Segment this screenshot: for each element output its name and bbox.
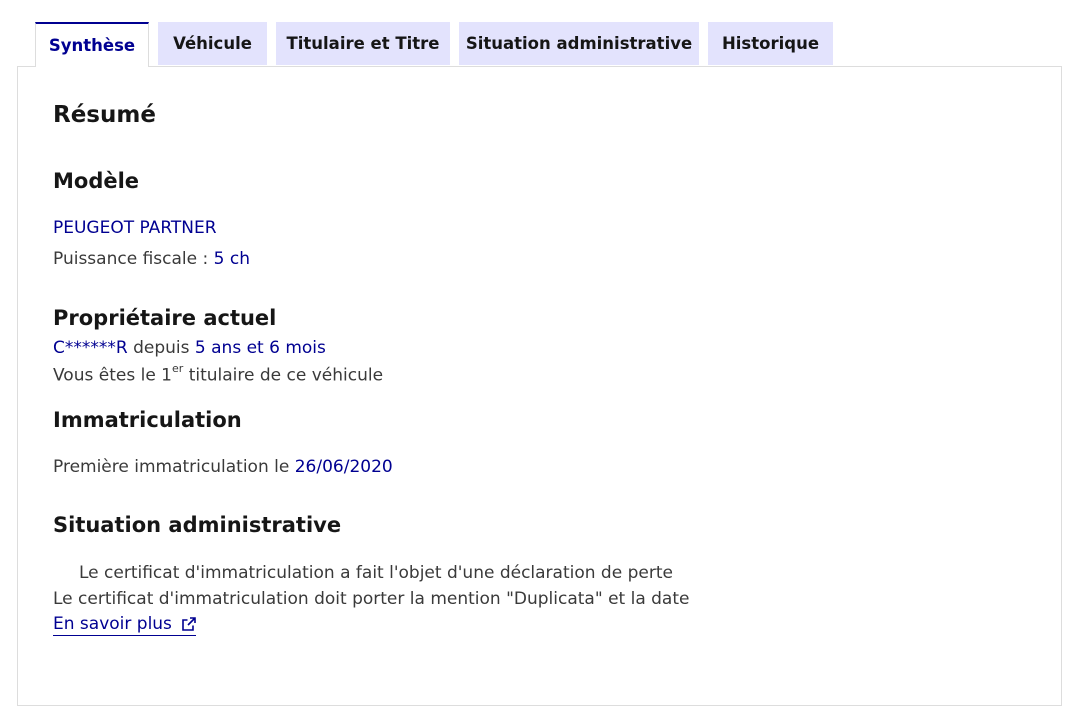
owner-since-label: depuis bbox=[133, 338, 190, 358]
tab-vehicule[interactable]: Véhicule bbox=[158, 22, 267, 65]
first-registration-label: Première immatriculation le bbox=[53, 457, 290, 477]
fiscal-power-value: 5 ch bbox=[213, 249, 250, 269]
holder-rank: Vous êtes le 1er titulaire de ce véhicul… bbox=[53, 362, 384, 386]
learn-more-wrapper: En savoir plus bbox=[53, 614, 196, 636]
summary-panel bbox=[17, 66, 1062, 706]
learn-more-link[interactable]: En savoir plus bbox=[53, 614, 196, 636]
holder-rank-prefix: Vous êtes le 1 bbox=[53, 365, 172, 386]
fiscal-power-label: Puissance fiscale : bbox=[53, 249, 209, 269]
holder-rank-sup: er bbox=[172, 362, 184, 375]
tab-historique[interactable]: Historique bbox=[708, 22, 833, 65]
tab-bar: Synthèse Véhicule Titulaire et Titre Sit… bbox=[35, 22, 833, 67]
learn-more-label: En savoir plus bbox=[53, 614, 172, 634]
tab-synthese[interactable]: Synthèse bbox=[35, 22, 149, 67]
owner-name: C******R bbox=[53, 338, 128, 358]
model-name: PEUGEOT PARTNER bbox=[53, 218, 217, 238]
admin-loss-notice: Le certificat d'immatriculation a fait l… bbox=[79, 563, 673, 583]
holder-rank-suffix: titulaire de ce véhicule bbox=[188, 365, 384, 386]
tab-titulaire-et-titre[interactable]: Titulaire et Titre bbox=[276, 22, 450, 65]
page-title: Résumé bbox=[53, 102, 156, 128]
admin-duplicata-notice: Le certificat d'immatriculation doit por… bbox=[53, 589, 690, 609]
registration-heading: Immatriculation bbox=[53, 408, 242, 432]
first-registration: Première immatriculation le 26/06/2020 bbox=[53, 457, 393, 477]
admin-heading: Situation administrative bbox=[53, 513, 342, 537]
owner-heading: Propriétaire actuel bbox=[53, 306, 277, 330]
model-heading: Modèle bbox=[53, 169, 140, 193]
tab-situation-administrative[interactable]: Situation administrative bbox=[459, 22, 699, 65]
owner-line: C******R depuis 5 ans et 6 mois bbox=[53, 338, 326, 358]
owner-duration: 5 ans et 6 mois bbox=[194, 338, 326, 358]
fiscal-power: Puissance fiscale : 5 ch bbox=[53, 249, 250, 269]
external-link-icon bbox=[182, 617, 196, 631]
first-registration-date: 26/06/2020 bbox=[294, 457, 393, 477]
